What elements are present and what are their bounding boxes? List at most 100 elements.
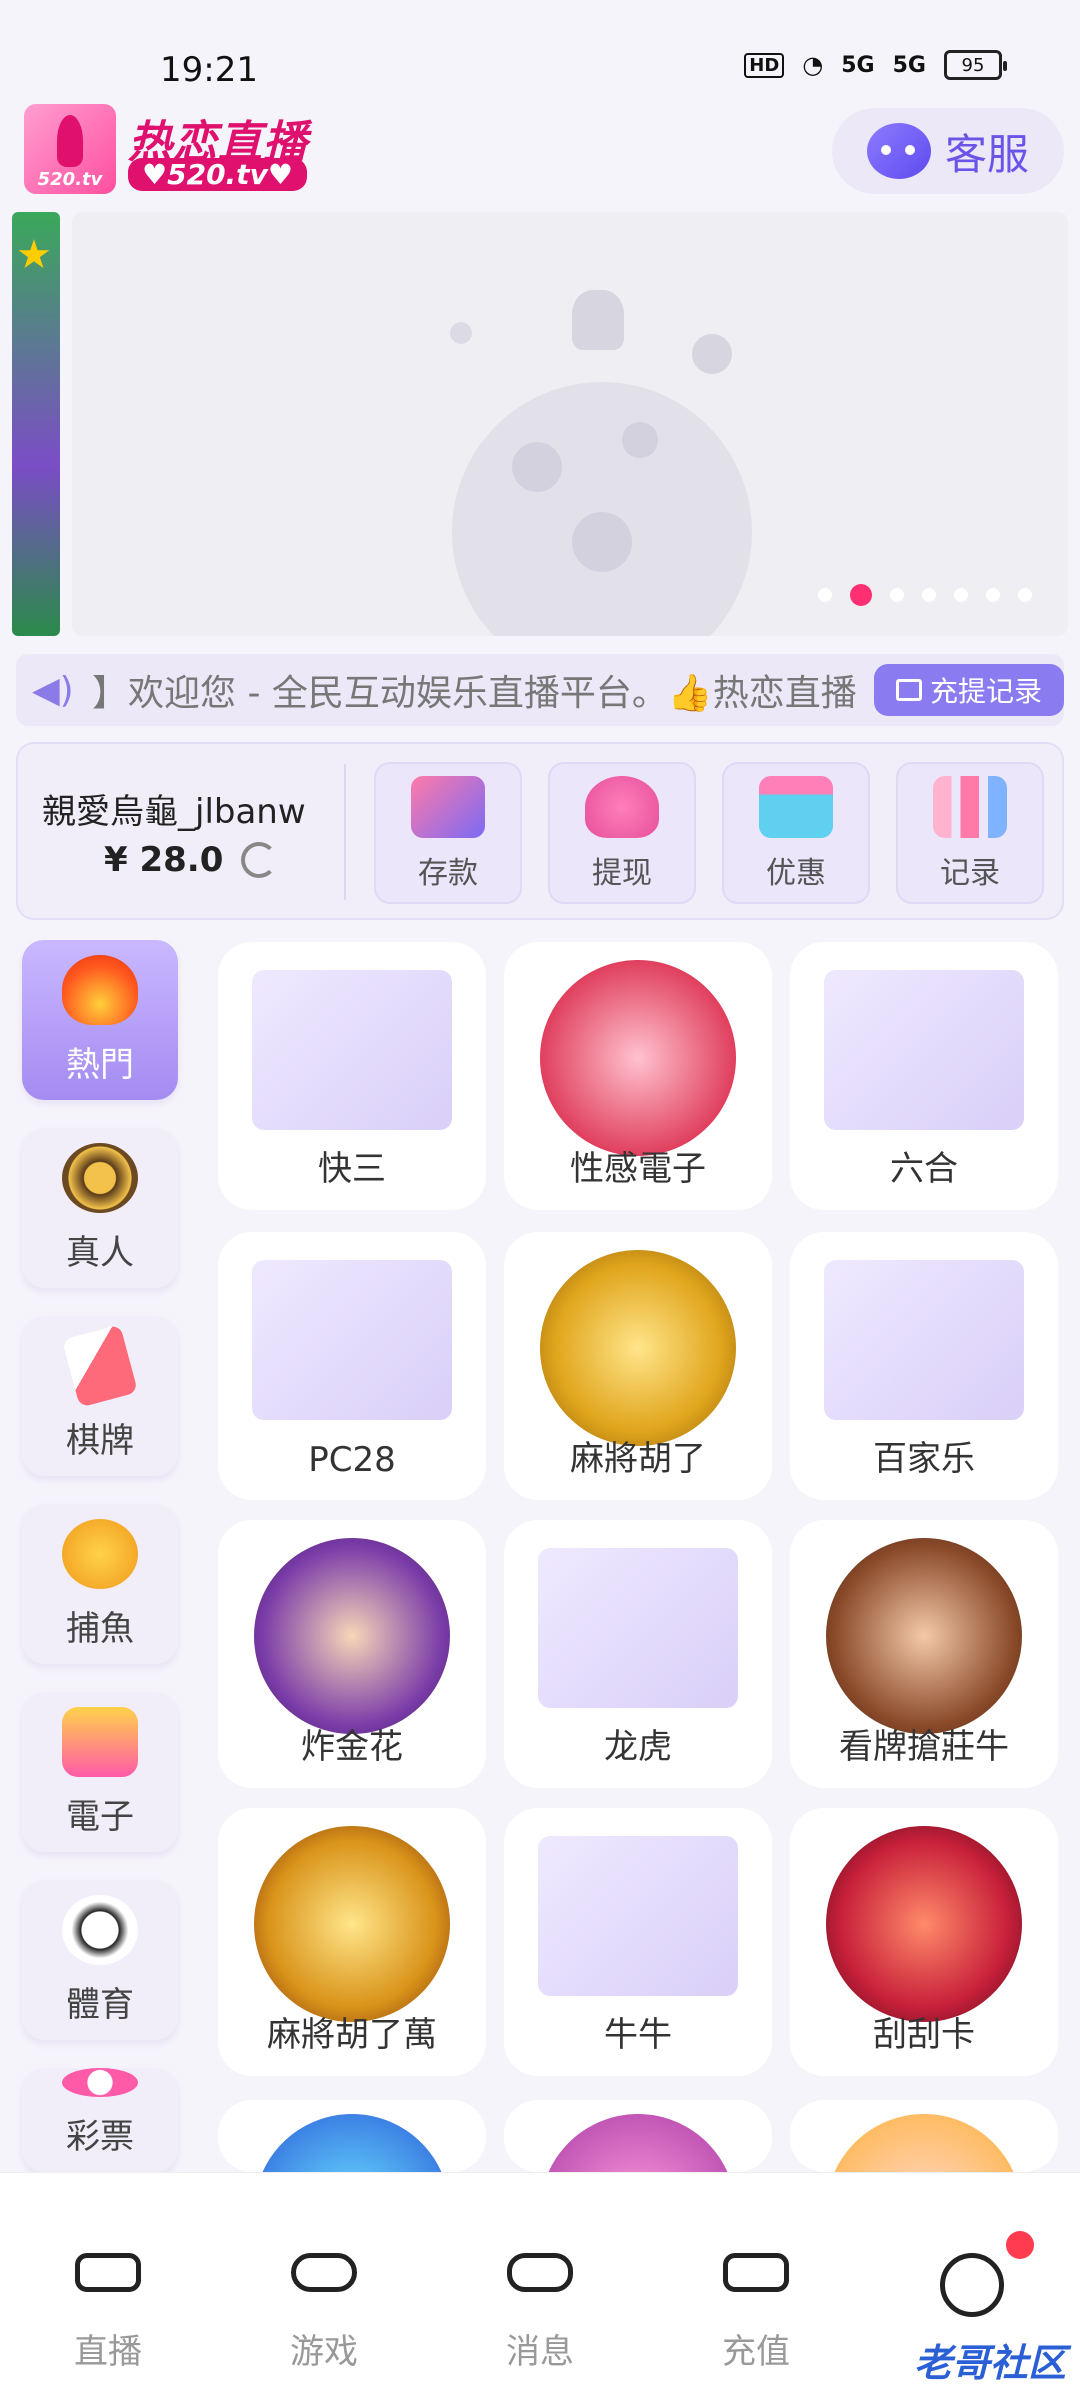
deposit-button[interactable]: 存款 xyxy=(374,762,522,904)
status-bar: 19:21 HD ◔ 5G 5G 95 xyxy=(0,0,1080,96)
game-artwork xyxy=(254,1538,450,1734)
game-tile-scratch-card[interactable]: 刮刮卡 xyxy=(790,1808,1058,2076)
game-label: 麻將胡了萬 xyxy=(267,2015,437,2055)
mahjong-icon xyxy=(254,1826,450,2022)
category-label: 棋牌 xyxy=(66,1421,134,1461)
soccer-icon xyxy=(62,1895,138,1965)
logo-figure-icon xyxy=(57,115,83,167)
list-icon xyxy=(895,679,922,701)
username: 親愛烏龜_jlbanw xyxy=(42,792,306,832)
status-time: 19:21 xyxy=(160,50,258,90)
watermark: 老哥社区 xyxy=(913,2341,1066,2385)
game-artwork xyxy=(540,2114,736,2172)
money-bag-icon xyxy=(585,776,659,838)
game-label: 快三 xyxy=(318,1149,386,1189)
category-slots[interactable]: 電子 xyxy=(22,1692,178,1852)
game-tile-mahjong-ways[interactable]: 麻將胡了 xyxy=(504,1232,772,1500)
nav-games[interactable]: 游戏 xyxy=(216,2173,432,2373)
game-tile-partial[interactable] xyxy=(218,2100,486,2172)
game-tile-liuhe[interactable]: 六合 xyxy=(790,942,1058,1210)
astronaut-icon xyxy=(572,290,624,350)
carousel-dot[interactable] xyxy=(954,588,968,602)
category-card-games[interactable]: 棋牌 xyxy=(22,1316,178,1476)
balance-amount: ¥ 28.0 xyxy=(104,840,224,880)
chat-icon xyxy=(507,2253,573,2292)
category-lottery[interactable]: 彩票 xyxy=(22,2068,178,2172)
deposit-label: 存款 xyxy=(418,856,478,891)
billiard-ball-icon xyxy=(252,1260,452,1420)
carousel-dot-active[interactable] xyxy=(850,584,872,606)
announcement-text: 】欢迎您 - 全民互动娱乐直播平台。👍热恋直播 xyxy=(92,673,857,714)
category-live-casino[interactable]: 真人 xyxy=(22,1128,178,1288)
category-fishing[interactable]: 捕魚 xyxy=(22,1504,178,1664)
game-tile-sexy-slots[interactable]: 性感電子 xyxy=(504,942,772,1210)
category-label: 真人 xyxy=(66,1233,134,1273)
banner-prev-slide[interactable]: ★ xyxy=(12,212,60,636)
category-label: 熱門 xyxy=(66,1045,134,1085)
category-label: 體育 xyxy=(66,1985,134,2025)
game-artwork xyxy=(826,1538,1022,1734)
carousel-dot[interactable] xyxy=(1018,588,1032,602)
headset-icon xyxy=(866,123,931,179)
banner-carousel[interactable] xyxy=(72,212,1068,636)
game-tile-mahjong-ways-2[interactable]: 麻將胡了萬 xyxy=(218,1808,486,2076)
carousel-dot[interactable] xyxy=(922,588,936,602)
game-tile-dragon-tiger[interactable]: 龙虎 xyxy=(504,1520,772,1788)
withdraw-label: 提现 xyxy=(592,856,652,891)
game-artwork xyxy=(254,2114,450,2172)
category-hot[interactable]: 熱門 xyxy=(22,940,178,1100)
game-label: 看牌搶莊牛 xyxy=(839,1727,1009,1767)
cards-icon xyxy=(61,1324,139,1408)
game-tile-niuniu[interactable]: 牛牛 xyxy=(504,1808,772,2076)
game-tile-baccarat[interactable]: 百家乐 xyxy=(790,1232,1058,1500)
category-sports[interactable]: 體育 xyxy=(22,1880,178,2040)
customer-service-button[interactable]: 客服 xyxy=(832,108,1064,194)
nav-recharge[interactable]: 充值 xyxy=(648,2173,864,2373)
gift-icon xyxy=(759,776,833,838)
game-tile-pc28[interactable]: PC28 xyxy=(218,1232,486,1500)
category-label: 彩票 xyxy=(66,2117,134,2157)
brand-url: ♥520.tv♥ xyxy=(128,158,307,191)
records-button[interactable]: 记录 xyxy=(896,762,1044,904)
promotions-label: 优惠 xyxy=(766,856,826,891)
withdraw-button[interactable]: 提现 xyxy=(548,762,696,904)
moon-placeholder-icon xyxy=(452,382,752,636)
wallet-icon xyxy=(723,2253,789,2292)
nav-messages[interactable]: 消息 xyxy=(432,2173,648,2373)
refresh-icon[interactable] xyxy=(241,842,278,878)
planet-icon xyxy=(692,334,732,374)
speaker-icon: ◀) xyxy=(32,669,74,711)
announcement-marquee[interactable]: ◀) 】欢迎您 - 全民互动娱乐直播平台。👍热恋直播 充提记录 xyxy=(16,654,1064,726)
nav-live[interactable]: 直播 xyxy=(0,2173,216,2373)
slot-icon xyxy=(62,1707,138,1777)
baccarat-cards-icon xyxy=(824,1260,1024,1420)
mahjong-icon xyxy=(540,1250,736,1446)
nav-label: 游戏 xyxy=(290,2332,358,2372)
game-tile-bull-bull-banker[interactable]: 看牌搶莊牛 xyxy=(790,1520,1058,1788)
nav-label: 直播 xyxy=(74,2332,142,2372)
game-label: 百家乐 xyxy=(873,1439,975,1479)
logo-text: 520.tv xyxy=(37,169,103,190)
nav-label: 消息 xyxy=(506,2332,574,2372)
carousel-dot[interactable] xyxy=(818,588,832,602)
game-tile-partial[interactable] xyxy=(790,2100,1058,2172)
game-label: 牛牛 xyxy=(604,2015,672,2055)
game-label: 刮刮卡 xyxy=(873,2015,975,2055)
promotions-button[interactable]: 优惠 xyxy=(722,762,870,904)
dragon-tiger-icon xyxy=(538,1548,738,1708)
deposit-withdraw-records-button[interactable]: 充提记录 xyxy=(874,664,1064,716)
card-icon xyxy=(411,776,485,838)
game-artwork xyxy=(826,2114,1022,2172)
app-header: 520.tv 热恋直播 ♥520.tv♥ 客服 xyxy=(0,96,1080,206)
carousel-dot[interactable] xyxy=(890,588,904,602)
game-tile-partial[interactable] xyxy=(504,2100,772,2172)
gamepad-icon xyxy=(291,2253,357,2292)
planet-icon-small xyxy=(450,322,472,344)
hd-icon: HD xyxy=(744,52,785,78)
category-label: 電子 xyxy=(66,1797,134,1837)
lottery-ball-icon xyxy=(62,2068,138,2097)
game-label: 炸金花 xyxy=(301,1727,403,1767)
game-tile-zhajinhua[interactable]: 炸金花 xyxy=(218,1520,486,1788)
carousel-dot[interactable] xyxy=(986,588,1000,602)
game-tile-kuaisan[interactable]: 快三 xyxy=(218,942,486,1210)
